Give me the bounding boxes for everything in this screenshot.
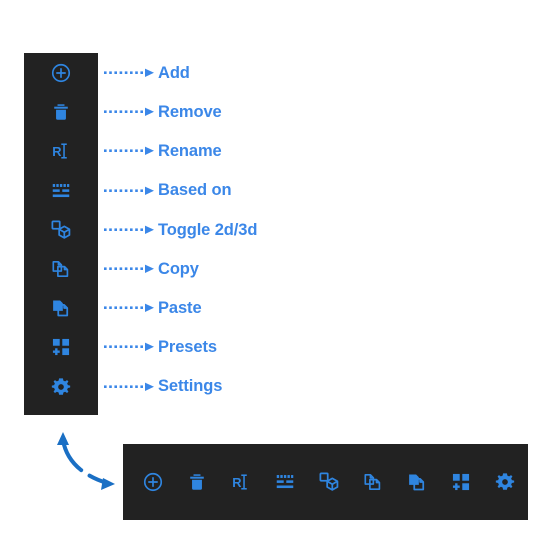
curved-double-arrow (45, 428, 125, 498)
copy-pages-icon[interactable] (24, 253, 98, 285)
toolbar-button-gear[interactable] (483, 462, 527, 502)
svg-text:R: R (52, 144, 61, 159)
legend-row: Remove (24, 96, 222, 128)
dotted-leader-arrow (104, 185, 154, 197)
legend-label: Settings (158, 377, 223, 396)
legend-label: Rename (158, 142, 222, 161)
toolbar-button-paste-page[interactable] (395, 462, 439, 502)
screenshot-stage: Add Remove R Rename Based on Toggle 2d/3d Copy… (0, 0, 550, 551)
toolbar-button-rename-text-cursor[interactable]: R (219, 462, 263, 502)
horizontal-toolbar[interactable]: R (123, 444, 528, 520)
trash-icon[interactable] (24, 96, 98, 128)
legend-label: Copy (158, 259, 199, 278)
dotted-leader-arrow (104, 67, 154, 79)
toolbar-button-grid-plus[interactable] (439, 462, 483, 502)
legend-label: Paste (158, 298, 202, 317)
toolbar-button-add-circle[interactable] (131, 462, 175, 502)
legend-row: Based on (24, 175, 232, 207)
legend-label: Presets (158, 338, 217, 357)
svg-text:R: R (232, 475, 241, 490)
legend-row: Add (24, 57, 190, 89)
toolbar-button-group: R (123, 462, 528, 502)
legend-label: Add (158, 63, 190, 82)
dotted-leader-arrow (104, 263, 154, 275)
toolbar-button-cube-square[interactable] (307, 462, 351, 502)
list-lines-icon[interactable] (24, 175, 98, 207)
gear-icon[interactable] (24, 371, 98, 403)
dotted-leader-arrow (104, 341, 154, 353)
add-circle-icon[interactable] (24, 57, 98, 89)
legend-row: R Rename (24, 135, 222, 167)
toolbar-button-trash[interactable] (175, 462, 219, 502)
legend-row: Settings (24, 371, 222, 403)
toolbar-button-list-lines[interactable] (263, 462, 307, 502)
legend-row: Presets (24, 331, 217, 363)
dotted-leader-arrow (104, 302, 154, 314)
dotted-leader-arrow (104, 106, 154, 118)
dotted-leader-arrow (104, 224, 154, 236)
cube-square-icon[interactable] (24, 214, 98, 246)
legend-row: Copy (24, 253, 199, 285)
legend-row: Toggle 2d/3d (24, 214, 257, 246)
dotted-leader-arrow (104, 145, 154, 157)
dotted-leader-arrow (104, 381, 154, 393)
legend-label: Toggle 2d/3d (158, 220, 258, 239)
legend-label: Based on (158, 181, 232, 200)
rename-text-cursor-icon[interactable]: R (24, 135, 98, 167)
paste-page-icon[interactable] (24, 292, 98, 324)
toolbar-button-copy-pages[interactable] (351, 462, 395, 502)
legend-label: Remove (158, 102, 222, 121)
grid-plus-icon[interactable] (24, 331, 98, 363)
legend-row: Paste (24, 292, 202, 324)
